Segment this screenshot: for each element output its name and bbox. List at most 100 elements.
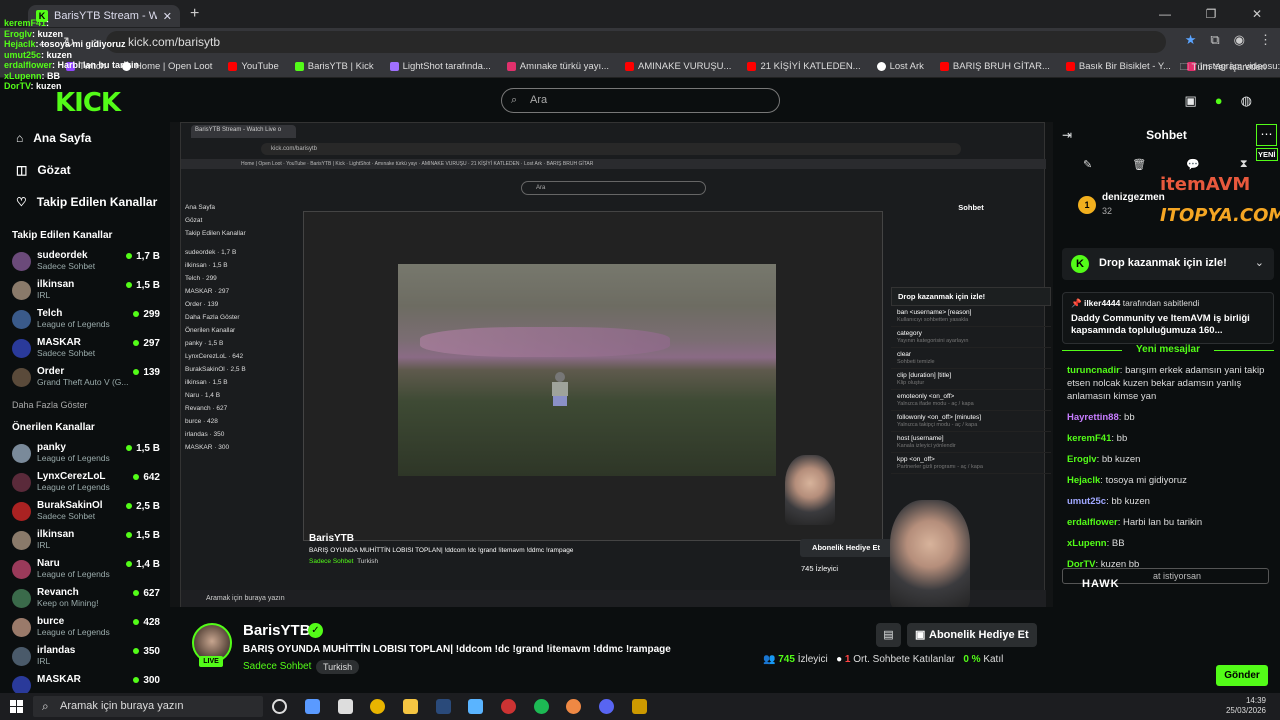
app-icon[interactable]	[501, 699, 516, 714]
sidebar-channel[interactable]: MASKAR Sadece Sohbet 297	[0, 334, 170, 363]
bookmark-item[interactable]: Basık Bir Bisiklet - Y...	[1065, 61, 1171, 72]
bookmark-item[interactable]: AMINAKE VURUŞU...	[625, 61, 731, 72]
new-messages-divider[interactable]: Yeni mesajlar	[1062, 344, 1274, 355]
sidebar-channel[interactable]: ilkinsan IRL 1,5 B	[0, 276, 170, 305]
sidebar-channel[interactable]: BurakSakinOl Sadece Sohbet 2,5 B	[0, 497, 170, 526]
sidebar-channel[interactable]: LynxCerezLoL League of Legends 642	[0, 468, 170, 497]
game-scene	[398, 264, 776, 476]
app-icon[interactable]	[468, 699, 483, 714]
task-view-icon[interactable]	[272, 699, 287, 714]
stream-category[interactable]: Sadece Sohbet	[243, 661, 311, 672]
chat-message: Hayrettin88: bb	[1067, 412, 1135, 423]
chrome-icon[interactable]	[566, 699, 581, 714]
chat-text: bb	[1116, 433, 1128, 444]
taskbar-clock[interactable]: 14:39 25/03/2026	[1226, 696, 1266, 716]
gift-sub-button[interactable]: Abonelik Hediye Et	[907, 623, 1037, 647]
chat-menu-icon[interactable]: ⋯	[1256, 124, 1277, 146]
chat-message: umut25c: bb kuzen	[1067, 496, 1150, 507]
chat-text: BB	[1111, 538, 1125, 549]
nav-browse[interactable]: ◫ Gözat	[0, 154, 170, 186]
app-icon[interactable]	[338, 699, 353, 714]
maximize-button[interactable]: ❐	[1188, 0, 1234, 28]
minimize-button[interactable]: —	[1142, 0, 1188, 28]
live-badge: LIVE	[199, 656, 223, 667]
sidebar-channel[interactable]: irlandas IRL 350	[0, 642, 170, 671]
message-icon[interactable]: 💬	[1186, 158, 1200, 171]
sidebar-channel[interactable]: Revanch Keep on Mining! 627	[0, 584, 170, 613]
kick-coin-icon[interactable]: ●	[1215, 93, 1223, 109]
chat-username[interactable]: Eroglv	[1067, 454, 1097, 465]
bookmark-item[interactable]: BarisYTB | Kick	[294, 61, 374, 72]
sidebar-channel[interactable]: sudeordek Sadece Sohbet 1,7 B	[0, 247, 170, 276]
drops-banner[interactable]: K Drop kazanmak için izle! ⌄	[1062, 248, 1274, 280]
bookmark-star-icon[interactable]: ★	[1185, 32, 1197, 48]
sidebar-channel[interactable]: Order Grand Theft Auto V (G... 139	[0, 363, 170, 392]
inner-bookmarks: Home | Open Loot · YouTube · BarisYTB | …	[181, 159, 1046, 169]
chat-username[interactable]: Hejaclk	[1067, 475, 1100, 486]
channel-avatar	[12, 281, 31, 300]
close-window-button[interactable]: ✕	[1234, 0, 1280, 28]
hourglass-icon[interactable]: ⧗	[1240, 158, 1248, 171]
chat-username[interactable]: keremF41	[1067, 433, 1111, 444]
bookmark-item[interactable]: BARIŞ BRUH GİTAR...	[939, 61, 1050, 72]
chrome-icon[interactable]	[370, 699, 385, 714]
channel-avatar	[12, 531, 31, 550]
bookmark-item[interactable]: Lost Ark	[876, 61, 924, 72]
chat-icon: ●	[836, 654, 845, 665]
close-tab-icon[interactable]: ✕	[163, 10, 172, 23]
sidebar-channel[interactable]: Telch League of Legends 299	[0, 305, 170, 334]
folder-icon: 🗀	[1179, 62, 1192, 73]
folder-icon[interactable]	[403, 699, 418, 714]
streamer-name[interactable]: BarisYTB	[243, 622, 311, 639]
bookmark-item[interactable]: 21 KİŞİYİ KATLEDEN...	[747, 61, 861, 72]
sidebar-channel[interactable]: Naru League of Legends 1,4 B	[0, 555, 170, 584]
chat-username[interactable]: Hayrettin88	[1067, 412, 1119, 423]
search-input[interactable]: ⌕ Ara	[501, 88, 780, 113]
all-bookmarks[interactable]: 🗀 Tüm Yer İşaretleri	[1180, 60, 1266, 76]
trash-icon[interactable]: 🗑	[1132, 158, 1146, 171]
channel-avatar	[12, 618, 31, 637]
sidebar-channel[interactable]: ilkinsan IRL 1,5 B	[0, 526, 170, 555]
chat-username[interactable]: turuncnadir	[1067, 365, 1120, 376]
nav-home[interactable]: ⌂ Ana Sayfa	[0, 122, 170, 154]
pin-icon: 📌	[1071, 298, 1084, 308]
user-avatar[interactable]: ◍	[1241, 93, 1252, 109]
webcam-medium	[890, 500, 970, 610]
chat-tools: ✎ 🗑 💬 ⧗	[1083, 158, 1248, 171]
chat-command: emoteonly <on_off> Yalnızca ifade modu - …	[891, 390, 1051, 411]
mailbox-icon[interactable]: ▣	[1185, 93, 1197, 109]
kick-logo[interactable]: KICK	[55, 88, 121, 118]
bookmark-item[interactable]: LightShot tarafında...	[389, 61, 491, 72]
extensions-icon[interactable]: ⧉	[1210, 32, 1219, 48]
app-icon[interactable]	[632, 699, 647, 714]
chat-message: erdalflower: Harbi lan bu tarikin	[1067, 517, 1203, 528]
profile-icon[interactable]: ◉	[1234, 32, 1245, 48]
app-icon[interactable]	[305, 699, 320, 714]
pinned-message[interactable]: 📌 ilker4444 tarafından sabitlendi Daddy …	[1062, 292, 1274, 344]
menu-icon[interactable]: ⋮	[1259, 32, 1272, 48]
chat-username[interactable]: umut25c	[1067, 496, 1106, 507]
windows-start-icon[interactable]	[10, 700, 23, 713]
bookmark-item[interactable]: Amınake türkü yayı...	[506, 61, 609, 72]
pin-icon[interactable]: ✎	[1083, 158, 1092, 171]
nav-following[interactable]: ♡ Takip Edilen Kanallar	[0, 186, 170, 218]
steam-icon[interactable]	[436, 699, 451, 714]
sidebar-channel[interactable]: burce League of Legends 428	[0, 613, 170, 642]
clip-button[interactable]: ▤	[876, 623, 901, 647]
sidebar-channel[interactable]: panky League of Legends 1,5 B	[0, 439, 170, 468]
spotify-icon[interactable]	[534, 699, 549, 714]
show-more-link[interactable]: Daha Fazla Göster	[0, 392, 170, 418]
taskbar-search[interactable]: Aramak için buraya yazın	[33, 696, 263, 717]
url-field[interactable]: kick.com/barisytb	[106, 31, 1166, 53]
bookmark-item[interactable]: YouTube	[228, 61, 279, 72]
chat-message: Eroglv: bb kuzen	[1067, 454, 1141, 465]
language-tag[interactable]: Turkish	[316, 660, 360, 674]
chat-username[interactable]: xLupenn	[1067, 538, 1107, 549]
pinned-text: Daddy Community ve ItemAVM iş birliği ka…	[1071, 313, 1250, 336]
chevron-down-icon[interactable]: ⌄	[1255, 256, 1264, 269]
viewers-icon: 👥	[763, 654, 779, 665]
chat-username[interactable]: erdalflower	[1067, 517, 1118, 528]
new-tab-button[interactable]: +	[190, 5, 199, 23]
discord-icon[interactable]	[599, 699, 614, 714]
send-button[interactable]: Gönder	[1216, 665, 1268, 686]
